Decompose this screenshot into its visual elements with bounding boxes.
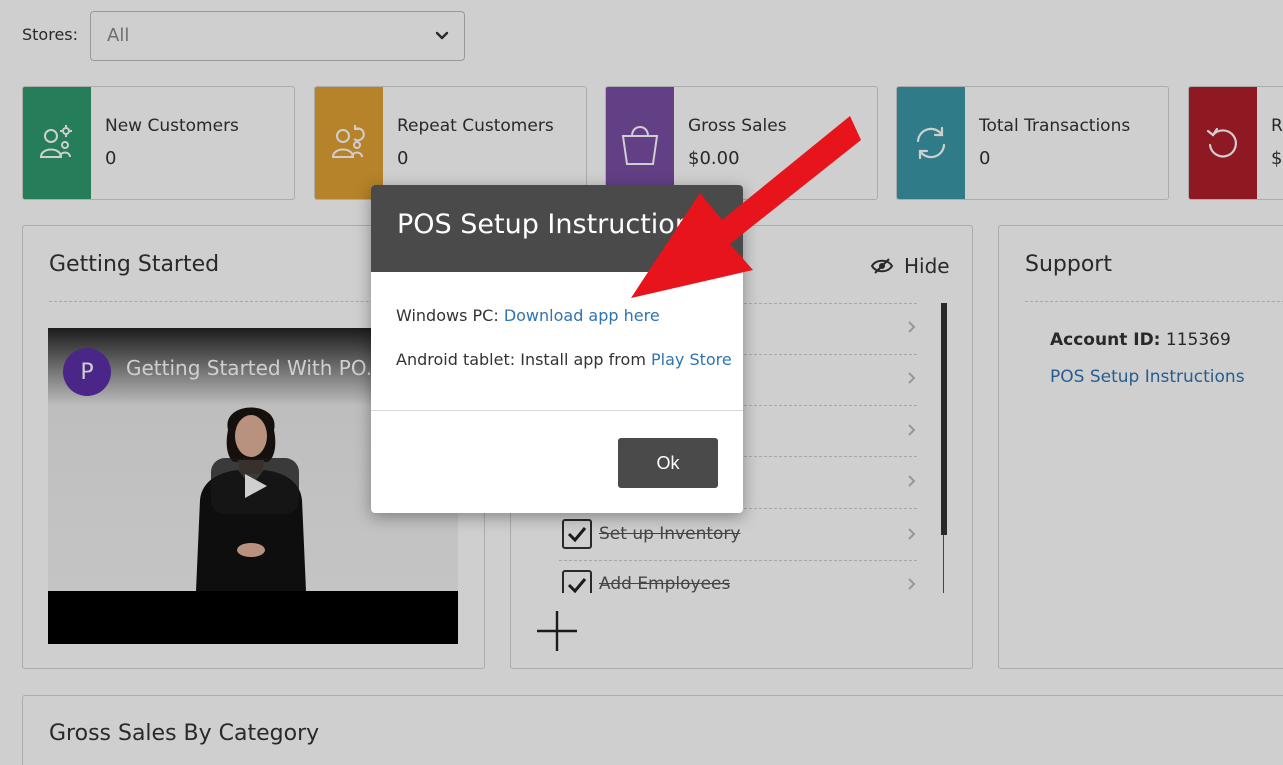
windows-prefix: Windows PC:	[396, 306, 504, 325]
android-instruction: Android tablet: Install app from Play St…	[396, 350, 732, 369]
modal-divider	[371, 410, 743, 411]
download-app-link[interactable]: Download app here	[504, 306, 660, 325]
windows-instruction: Windows PC: Download app here	[396, 306, 660, 325]
ok-button[interactable]: Ok	[618, 438, 718, 488]
android-prefix: Android tablet: Install app from	[396, 350, 651, 369]
modal-header: POS Setup Instructions	[371, 185, 743, 272]
pos-setup-modal: POS Setup Instructions Windows PC: Downl…	[371, 185, 743, 513]
play-store-link[interactable]: Play Store	[651, 350, 732, 369]
modal-title: POS Setup Instructions	[397, 209, 706, 240]
